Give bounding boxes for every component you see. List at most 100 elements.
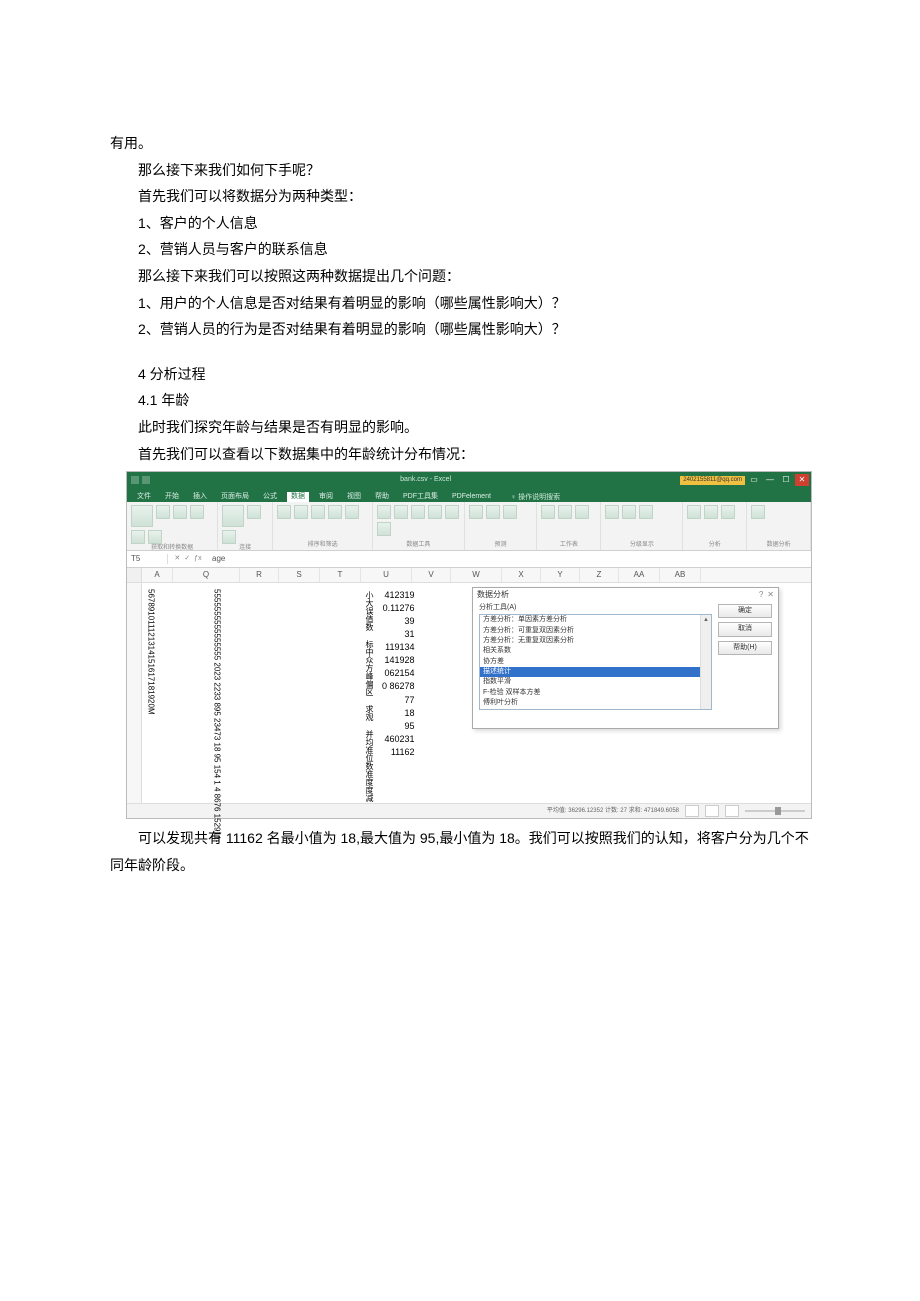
ribbon-command-icon[interactable] (721, 505, 735, 519)
save-icon[interactable] (131, 476, 139, 484)
ribbon-group-label: 排序和筛选 (277, 542, 368, 549)
ribbon-command-icon[interactable] (377, 522, 391, 536)
analysis-tool-item[interactable]: 协方差 (480, 657, 711, 667)
help-button[interactable]: 帮助(H) (718, 641, 772, 655)
ribbon-command-icon[interactable] (605, 505, 619, 519)
close-icon[interactable]: ✕ (795, 474, 809, 486)
analysis-tool-item[interactable]: 方差分析：无重复双因素分析 (480, 636, 711, 646)
ribbon-command-icon[interactable] (377, 505, 391, 519)
page-layout-view-icon[interactable] (705, 805, 719, 817)
column-header[interactable]: Y (541, 568, 580, 582)
ribbon-command-icon[interactable] (541, 505, 555, 519)
ribbon-tab[interactable]: 公式 (259, 492, 281, 502)
ribbon-tab[interactable]: PDF工具集 (399, 492, 442, 502)
ribbon-command-icon[interactable] (704, 505, 718, 519)
analysis-tool-item[interactable]: 直方图 (480, 709, 711, 710)
enter-icon[interactable]: ✓ (184, 555, 190, 563)
ribbon-command-icon[interactable] (428, 505, 442, 519)
tell-me-search[interactable]: ♀ 操作说明搜索 (511, 494, 560, 502)
ribbon-command-icon[interactable] (469, 505, 483, 519)
name-box[interactable]: T5 (127, 554, 168, 564)
stat-values: 4123190.1127639311191341419280621540 862… (382, 589, 415, 759)
ribbon-command-icon[interactable] (131, 530, 145, 544)
formula-input[interactable]: age (208, 554, 811, 564)
ribbon-mode-icon[interactable]: ▭ (747, 474, 761, 486)
ribbon-tab[interactable]: 数据 (287, 492, 309, 502)
ribbon-tab[interactable]: 开始 (161, 492, 183, 502)
column-header[interactable]: X (502, 568, 541, 582)
analysis-tool-item[interactable]: 方差分析：可重复双因素分析 (480, 626, 711, 636)
dialog-close-icon[interactable]: ✕ (767, 590, 774, 600)
ribbon-command-icon[interactable] (173, 505, 187, 519)
ribbon-command-icon[interactable] (394, 505, 408, 519)
grid[interactable]: 567891011121314151617181920M 55555555555… (127, 583, 811, 803)
normal-view-icon[interactable] (685, 805, 699, 817)
analysis-tools-list[interactable]: 方差分析：单因素方差分析方差分析：可重复双因素分析方差分析：无重复双因素分析相关… (479, 614, 712, 710)
ribbon-command-icon[interactable] (486, 505, 500, 519)
ribbon-command-icon[interactable] (345, 505, 359, 519)
fx-icon[interactable]: ƒx (194, 555, 201, 563)
ribbon-tab[interactable]: 审阅 (315, 492, 337, 502)
column-header[interactable]: Z (580, 568, 619, 582)
cancel-button[interactable]: 取消 (718, 622, 772, 636)
ok-button[interactable]: 确定 (718, 604, 772, 618)
column-header[interactable]: S (279, 568, 320, 582)
stat-value: 119134 (382, 641, 415, 654)
ribbon-command-icon[interactable] (445, 505, 459, 519)
ribbon-command-icon[interactable] (156, 505, 170, 519)
ribbon-command-icon[interactable] (639, 505, 653, 519)
ribbon-group: 获取和转换数据 (127, 502, 218, 550)
user-email-badge[interactable]: 2402155811@qq.com (680, 476, 745, 485)
analysis-tool-item[interactable]: 傅利叶分析 (480, 698, 711, 708)
ribbon-command-icon[interactable] (247, 505, 261, 519)
ribbon-command-icon[interactable] (558, 505, 572, 519)
ribbon-command-icon[interactable] (411, 505, 425, 519)
ribbon-tab[interactable]: PDFelement (448, 492, 495, 502)
analysis-tool-item[interactable]: 方差分析：单因素方差分析 (480, 615, 711, 625)
ribbon-command-icon[interactable] (328, 505, 342, 519)
ribbon-tab[interactable]: 帮助 (371, 492, 393, 502)
scrollbar[interactable]: ▲ (700, 615, 711, 709)
ribbon-tab[interactable]: 视图 (343, 492, 365, 502)
ribbon-command-icon[interactable] (622, 505, 636, 519)
ribbon-command-icon[interactable] (503, 505, 517, 519)
column-header[interactable]: V (412, 568, 451, 582)
paragraph: 首先我们可以查看以下数据集中的年龄统计分布情况： (110, 441, 810, 468)
data-analysis-icon[interactable] (751, 505, 765, 519)
page-break-view-icon[interactable] (725, 805, 739, 817)
ribbon-command-icon[interactable] (148, 530, 162, 544)
column-header[interactable]: AA (619, 568, 660, 582)
minimize-icon[interactable]: — (763, 474, 777, 486)
analysis-tool-item[interactable]: 指数平滑 (480, 677, 711, 687)
ribbon-command-icon[interactable] (190, 505, 204, 519)
column-header[interactable]: Q (173, 568, 240, 582)
ribbon-command-icon[interactable] (277, 505, 291, 519)
column-header[interactable]: T (320, 568, 361, 582)
ribbon-command-icon[interactable] (687, 505, 701, 519)
column-header[interactable]: W (451, 568, 502, 582)
undo-icon[interactable] (142, 476, 150, 484)
ribbon-command-icon[interactable] (222, 505, 244, 527)
ribbon-command-icon[interactable] (575, 505, 589, 519)
ribbon-tab[interactable]: 插入 (189, 492, 211, 502)
list-item: 2、营销人员的行为是否对结果有着明显的影响（哪些属性影响大）？ (110, 316, 810, 343)
analysis-tool-item[interactable]: 描述统计 (480, 667, 711, 677)
scroll-up-icon[interactable]: ▲ (701, 615, 711, 625)
ribbon-command-icon[interactable] (294, 505, 308, 519)
analysis-tool-item[interactable]: 相关系数 (480, 646, 711, 656)
analysis-tool-item[interactable]: F-检验 双样本方差 (480, 688, 711, 698)
zoom-slider[interactable] (745, 810, 805, 812)
help-icon[interactable]: ? (759, 590, 763, 600)
column-header[interactable]: A (142, 568, 173, 582)
ribbon-command-icon[interactable] (222, 530, 236, 544)
select-all-icon[interactable] (127, 568, 142, 582)
ribbon-command-icon[interactable] (131, 505, 153, 527)
maximize-icon[interactable]: ☐ (779, 474, 793, 486)
ribbon-command-icon[interactable] (311, 505, 325, 519)
cancel-icon[interactable]: ✕ (174, 555, 180, 563)
column-header[interactable]: AB (660, 568, 701, 582)
ribbon-tab[interactable]: 文件 (133, 492, 155, 502)
column-header[interactable]: R (240, 568, 279, 582)
column-header[interactable]: U (361, 568, 412, 582)
ribbon-tab[interactable]: 页面布局 (217, 492, 253, 502)
